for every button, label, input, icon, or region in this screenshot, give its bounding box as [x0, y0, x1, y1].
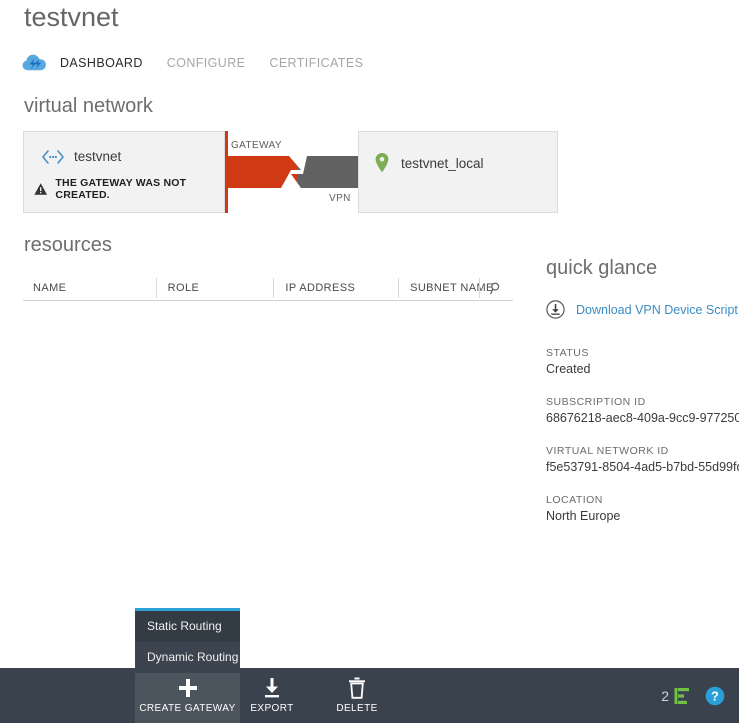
- quick-glance-field-virtual-network-id: VIRTUAL NETWORK ID f5e53791-8504-4ad5-b7…: [546, 445, 739, 474]
- field-value-subscription-id: 68676218-aec8-409a-9cc9-97725074: [546, 411, 739, 425]
- local-tile-name-row: testvnet_local: [373, 152, 484, 174]
- download-vpn-script-label: Download VPN Device Script: [576, 303, 738, 317]
- column-header-role[interactable]: ROLE: [156, 278, 274, 298]
- resources-heading: resources: [24, 234, 112, 257]
- menu-item-dynamic-routing[interactable]: Dynamic Routing: [135, 642, 240, 673]
- routing-type-menu: Static Routing Dynamic Routing: [135, 608, 240, 673]
- field-label-virtual-network-id: VIRTUAL NETWORK ID: [546, 445, 739, 457]
- quick-glance-panel: Download VPN Device Script STATUS Create…: [546, 300, 739, 543]
- warning-triangle-icon: [34, 182, 47, 196]
- field-label-subscription-id: SUBSCRIPTION ID: [546, 396, 739, 408]
- resources-search-button[interactable]: [479, 278, 513, 298]
- tab-strip: DASHBOARD CONFIGURE CERTIFICATES: [22, 50, 387, 76]
- page-title: testvnet: [24, 2, 119, 33]
- create-gateway-button[interactable]: CREATE GATEWAY: [135, 668, 240, 723]
- trash-icon-wrap: [348, 677, 366, 699]
- vnet-tile-name-row: testvnet: [42, 149, 121, 164]
- quick-glance-field-location: LOCATION North Europe: [546, 494, 739, 523]
- command-bar-right-group: 2 ?: [661, 668, 725, 723]
- azure-cloud-logo-icon: [22, 53, 48, 73]
- field-value-virtual-network-id: f5e53791-8504-4ad5-b7bd-55d99fd: [546, 460, 739, 474]
- create-gateway-label: CREATE GATEWAY: [139, 703, 235, 714]
- plus-icon: [177, 677, 199, 699]
- svg-text:?: ?: [711, 689, 719, 703]
- resources-table-body: [23, 301, 513, 361]
- menu-item-static-routing[interactable]: Static Routing: [135, 611, 240, 642]
- export-button[interactable]: EXPORT: [243, 668, 301, 723]
- virtual-network-heading: virtual network: [24, 95, 153, 118]
- quick-glance-heading: quick glance: [546, 257, 657, 280]
- download-arrow-icon: [262, 677, 282, 699]
- quick-glance-field-subscription-id: SUBSCRIPTION ID 68676218-aec8-409a-9cc9-…: [546, 396, 739, 425]
- command-bar: CREATE GATEWAY EXPORT DELETE 2: [0, 668, 739, 723]
- field-label-location: LOCATION: [546, 494, 739, 506]
- plus-icon-wrap: [177, 677, 199, 699]
- export-label: EXPORT: [250, 703, 293, 714]
- delete-button[interactable]: DELETE: [329, 668, 385, 723]
- download-vpn-script-link[interactable]: Download VPN Device Script: [546, 300, 739, 319]
- gateway-broken-link-icon: [225, 156, 365, 188]
- search-icon: [490, 282, 503, 295]
- vpn-connector-label: VPN: [329, 193, 351, 204]
- vnet-tile-warning-row: THE GATEWAY WAS NOT CREATED.: [34, 177, 224, 201]
- quick-glance-field-status: STATUS Created: [546, 347, 739, 376]
- vnet-tile[interactable]: testvnet THE GATEWAY WAS NOT CREATED.: [23, 131, 225, 213]
- operations-count: 2: [661, 688, 669, 704]
- field-value-status: Created: [546, 362, 739, 376]
- delete-label: DELETE: [336, 703, 377, 714]
- location-pin-icon: [373, 152, 391, 174]
- download-circle-icon: [546, 300, 565, 319]
- virtual-network-diagram: testvnet THE GATEWAY WAS NOT CREATED. GA…: [23, 131, 559, 213]
- trash-icon: [348, 677, 366, 699]
- local-tile-label: testvnet_local: [401, 156, 484, 171]
- column-header-subnet-name[interactable]: SUBNET NAME: [398, 278, 479, 298]
- vnet-tile-warning-label: THE GATEWAY WAS NOT CREATED.: [55, 177, 224, 201]
- operations-list-icon[interactable]: [673, 686, 693, 706]
- local-network-tile[interactable]: testvnet_local: [358, 131, 558, 213]
- tab-dashboard[interactable]: DASHBOARD: [60, 56, 143, 70]
- column-header-ip-address[interactable]: IP ADDRESS: [273, 278, 398, 298]
- tab-certificates[interactable]: CERTIFICATES: [269, 56, 363, 70]
- help-question-icon[interactable]: ?: [705, 686, 725, 706]
- tab-configure[interactable]: CONFIGURE: [167, 56, 246, 70]
- resources-table: NAME ROLE IP ADDRESS SUBNET NAME: [23, 276, 513, 361]
- field-value-location: North Europe: [546, 509, 739, 523]
- field-label-status: STATUS: [546, 347, 739, 359]
- download-arrow-icon-wrap: [262, 677, 282, 699]
- column-header-name[interactable]: NAME: [23, 278, 156, 298]
- resources-header-row: NAME ROLE IP ADDRESS SUBNET NAME: [23, 276, 513, 301]
- virtual-network-icon: [42, 150, 64, 164]
- gateway-connector-label: GATEWAY: [231, 140, 282, 151]
- vnet-tile-label: testvnet: [74, 149, 121, 164]
- gateway-connector: GATEWAY VPN: [225, 131, 365, 213]
